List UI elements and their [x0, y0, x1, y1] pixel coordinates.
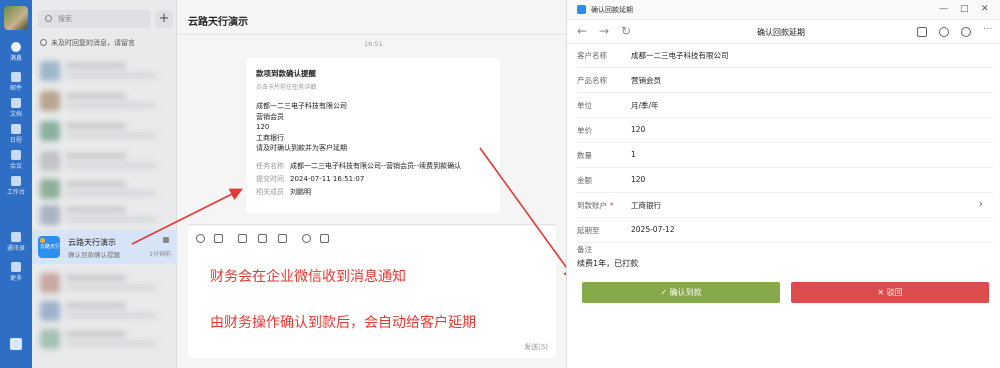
note-value[interactable]: 续费1年，已打款 [577, 258, 638, 269]
close-icon: ✕ [877, 288, 887, 297]
window-titlebar: 确认回款延期 — □ ✕ [567, 0, 1000, 20]
detail-window: 确认回款延期 — □ ✕ ← → ↻ 确认回款延期 ··· 客户名称 成都一二三电… [566, 0, 1000, 368]
maximize-button[interactable]: □ [960, 4, 969, 14]
app-icon [577, 5, 586, 14]
field-quantity: 数量 1 [577, 150, 636, 160]
field-product: 产品名称 营销会员 [577, 76, 661, 85]
field-price: 单价 120 [577, 125, 646, 135]
minimize-button[interactable]: — [939, 4, 948, 14]
confirm-button[interactable]: ✓ 确认到款 [582, 282, 780, 303]
chevron-right-icon: › [978, 197, 983, 210]
back-icon[interactable]: ← [577, 24, 587, 38]
window-navbar: ← → ↻ 确认回款延期 ··· [567, 20, 1000, 44]
window-title: 确认回款延期 [591, 6, 633, 14]
field-amount: 金额 120 [577, 175, 646, 185]
wechat-icon[interactable] [939, 27, 949, 37]
page-title: 确认回款延期 [757, 28, 805, 37]
arrow-to-card [131, 188, 243, 245]
check-icon: ✓ [660, 288, 670, 297]
arrow-to-detail [479, 147, 576, 281]
forward-icon[interactable]: → [599, 24, 609, 38]
field-extend-to[interactable]: 延期至 2025-07-12 [577, 217, 993, 242]
more-icon[interactable]: ··· [983, 24, 993, 35]
field-customer: 客户名称 成都一二三电子科技有限公司 [577, 51, 729, 60]
note-label: 备注 [577, 245, 592, 254]
share-icon[interactable] [917, 27, 927, 37]
reject-button[interactable]: ✕ 驳回 [791, 282, 989, 303]
field-account-select[interactable]: 到款账户 * 工商银行 › [577, 192, 993, 217]
field-unit: 单位 月/季/年 [577, 101, 659, 110]
close-button[interactable]: ✕ [981, 4, 989, 14]
refresh-icon[interactable]: ↻ [621, 24, 631, 38]
screen: 消息 邮件 文档 日程 会议 工作台 通讯录 更多 搜索 + 未及时回复的消息，… [0, 0, 1000, 368]
browser-icon[interactable] [961, 27, 971, 37]
